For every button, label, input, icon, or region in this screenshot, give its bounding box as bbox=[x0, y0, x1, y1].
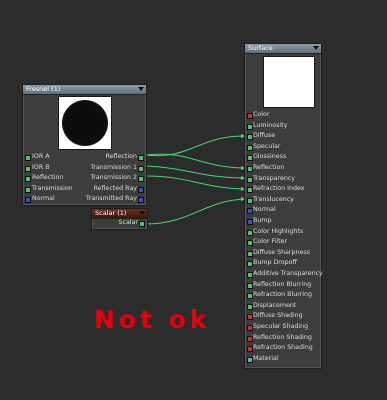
surface-node-header[interactable]: Surface bbox=[245, 44, 321, 54]
fresnel-preview bbox=[58, 96, 112, 150]
fresnel-input-label: Reflection bbox=[32, 174, 64, 181]
surface-input-row[interactable]: Color bbox=[245, 110, 315, 121]
surface-input-label: Additive Transparency bbox=[253, 270, 323, 277]
fresnel-output-label: Reflection bbox=[105, 153, 137, 160]
fresnel-output-port[interactable] bbox=[138, 155, 144, 161]
surface-input-label: Normal bbox=[253, 206, 276, 214]
surface-input-label: Refraction Shading bbox=[253, 344, 313, 352]
fresnel-node-header[interactable]: Fresnel (1) bbox=[23, 85, 146, 95]
fresnel-output-label: Transmission 2 bbox=[90, 174, 137, 181]
surface-input-row[interactable]: Displacement bbox=[245, 301, 315, 312]
surface-input-row[interactable]: Material bbox=[245, 354, 315, 365]
surface-input-label: Material bbox=[253, 354, 279, 362]
surface-input-row[interactable]: Color Highlights bbox=[245, 227, 315, 238]
surface-input-label: Displacement bbox=[253, 301, 297, 309]
surface-input-row[interactable]: Refraction Index bbox=[245, 184, 315, 195]
fresnel-input-label: IOR B bbox=[32, 163, 50, 171]
fresnel-input-label: IOR A bbox=[32, 153, 50, 160]
surface-input-label: Diffuse Shading bbox=[253, 312, 303, 320]
fresnel-input-port[interactable] bbox=[25, 165, 31, 172]
surface-input-label: Specular bbox=[253, 142, 281, 150]
surface-input-label: Diffuse Sharpness bbox=[253, 248, 310, 256]
surface-input-row[interactable]: Bump Dropoff bbox=[245, 258, 315, 269]
fresnel-node[interactable]: Fresnel (1) IOR A Reflection IOR B Transmis… bbox=[22, 84, 147, 206]
fresnel-output-port[interactable] bbox=[138, 165, 144, 172]
surface-input-label: Color Highlights bbox=[253, 227, 304, 235]
fresnel-port-row[interactable]: IOR A Reflection bbox=[23, 152, 146, 163]
fresnel-output-label: Reflected Ray bbox=[93, 184, 137, 192]
scalar-output-label: Scalar bbox=[118, 219, 138, 226]
surface-input-row[interactable]: Reflection bbox=[245, 163, 315, 174]
fresnel-input-label: Normal bbox=[32, 195, 55, 202]
fresnel-preview-sphere bbox=[62, 100, 108, 146]
surface-input-row[interactable]: Reflection Blurring bbox=[245, 280, 315, 291]
node-menu-arrow-icon[interactable] bbox=[139, 211, 145, 215]
fresnel-input-port[interactable] bbox=[25, 176, 31, 182]
surface-input-label: Specular Shading bbox=[253, 323, 309, 330]
surface-input-row[interactable]: Luminosity bbox=[245, 121, 315, 132]
surface-input-row[interactable]: Reflection Shading bbox=[245, 333, 315, 344]
surface-input-row[interactable]: Translucency bbox=[245, 195, 315, 206]
surface-input-label: Refraction Index bbox=[253, 185, 305, 193]
fresnel-output-port[interactable] bbox=[138, 186, 144, 193]
surface-input-row[interactable]: Refraction Blurring bbox=[245, 290, 315, 301]
surface-input-label: Reflection Blurring bbox=[253, 280, 312, 288]
surface-node[interactable]: Surface Color Luminosity Diffuse Specular Gl… bbox=[244, 43, 323, 369]
fresnel-port-row[interactable]: IOR B Transmission 1 bbox=[23, 163, 146, 174]
surface-input-label: Glossiness bbox=[253, 153, 287, 161]
fresnel-output-port[interactable] bbox=[138, 197, 144, 203]
surface-input-label: Color Filter bbox=[253, 238, 288, 246]
surface-input-label: Translucency bbox=[253, 195, 294, 203]
surface-input-label: Reflection Shading bbox=[253, 333, 312, 341]
surface-input-label: Color bbox=[253, 111, 270, 118]
surface-input-row[interactable]: Diffuse Shading bbox=[245, 311, 315, 322]
scalar-output-port[interactable] bbox=[139, 221, 145, 227]
fresnel-port-row[interactable]: Transmission Reflected Ray bbox=[23, 184, 146, 195]
wire-scalar-to-translucency bbox=[145, 198, 247, 225]
fresnel-output-label: Transmitted Ray bbox=[85, 195, 137, 202]
surface-input-row[interactable]: Refraction Shading bbox=[245, 343, 315, 354]
fresnel-output-port[interactable] bbox=[138, 176, 144, 182]
node-menu-arrow-icon[interactable] bbox=[138, 87, 144, 91]
wire-reflection-to-diffuse bbox=[145, 135, 247, 157]
surface-input-label: Bump bbox=[253, 217, 272, 224]
surface-input-row[interactable]: Specular bbox=[245, 142, 315, 153]
fresnel-node-title: Fresnel (1) bbox=[26, 85, 61, 93]
surface-input-row[interactable]: Normal bbox=[245, 205, 315, 216]
scalar-node[interactable]: Scalar (1) Scalar bbox=[91, 208, 148, 230]
surface-input-row[interactable]: Specular Shading bbox=[245, 322, 315, 333]
surface-node-title: Surface bbox=[248, 44, 273, 52]
surface-input-label: Bump Dropoff bbox=[253, 259, 297, 267]
surface-input-row[interactable]: Additive Transparency bbox=[245, 269, 323, 280]
surface-input-row[interactable]: Diffuse Sharpness bbox=[245, 248, 315, 259]
fresnel-input-port[interactable] bbox=[25, 197, 31, 203]
fresnel-output-label: Transmission 1 bbox=[90, 163, 137, 171]
surface-preview bbox=[263, 56, 315, 108]
surface-input-row[interactable]: Bump bbox=[245, 216, 315, 227]
surface-input-row[interactable]: Color Filter bbox=[245, 237, 315, 248]
node-menu-arrow-icon[interactable] bbox=[313, 46, 319, 50]
fresnel-input-label: Transmission bbox=[32, 184, 73, 192]
surface-input-row[interactable]: Glossiness bbox=[245, 152, 315, 163]
surface-input-label: Reflection bbox=[253, 164, 285, 171]
scalar-output-row[interactable]: Scalar bbox=[92, 218, 147, 229]
surface-input-label: Refraction Blurring bbox=[253, 291, 313, 299]
wire-reflection-to-reflection bbox=[145, 153, 247, 169]
surface-input-label: Luminosity bbox=[253, 121, 288, 129]
fresnel-input-port[interactable] bbox=[25, 155, 31, 161]
scalar-node-title: Scalar (1) bbox=[95, 209, 127, 217]
surface-input-row[interactable]: Transparency bbox=[245, 174, 315, 185]
surface-input-row[interactable]: Diffuse bbox=[245, 131, 315, 142]
fresnel-input-port[interactable] bbox=[25, 186, 31, 193]
not-ok-annotation: Not ok bbox=[94, 305, 211, 334]
surface-input-label: Diffuse bbox=[253, 132, 276, 140]
fresnel-port-row[interactable]: Normal Transmitted Ray bbox=[23, 194, 146, 205]
surface-input-label: Transparency bbox=[253, 174, 295, 182]
fresnel-port-row[interactable]: Reflection Transmission 2 bbox=[23, 173, 146, 184]
